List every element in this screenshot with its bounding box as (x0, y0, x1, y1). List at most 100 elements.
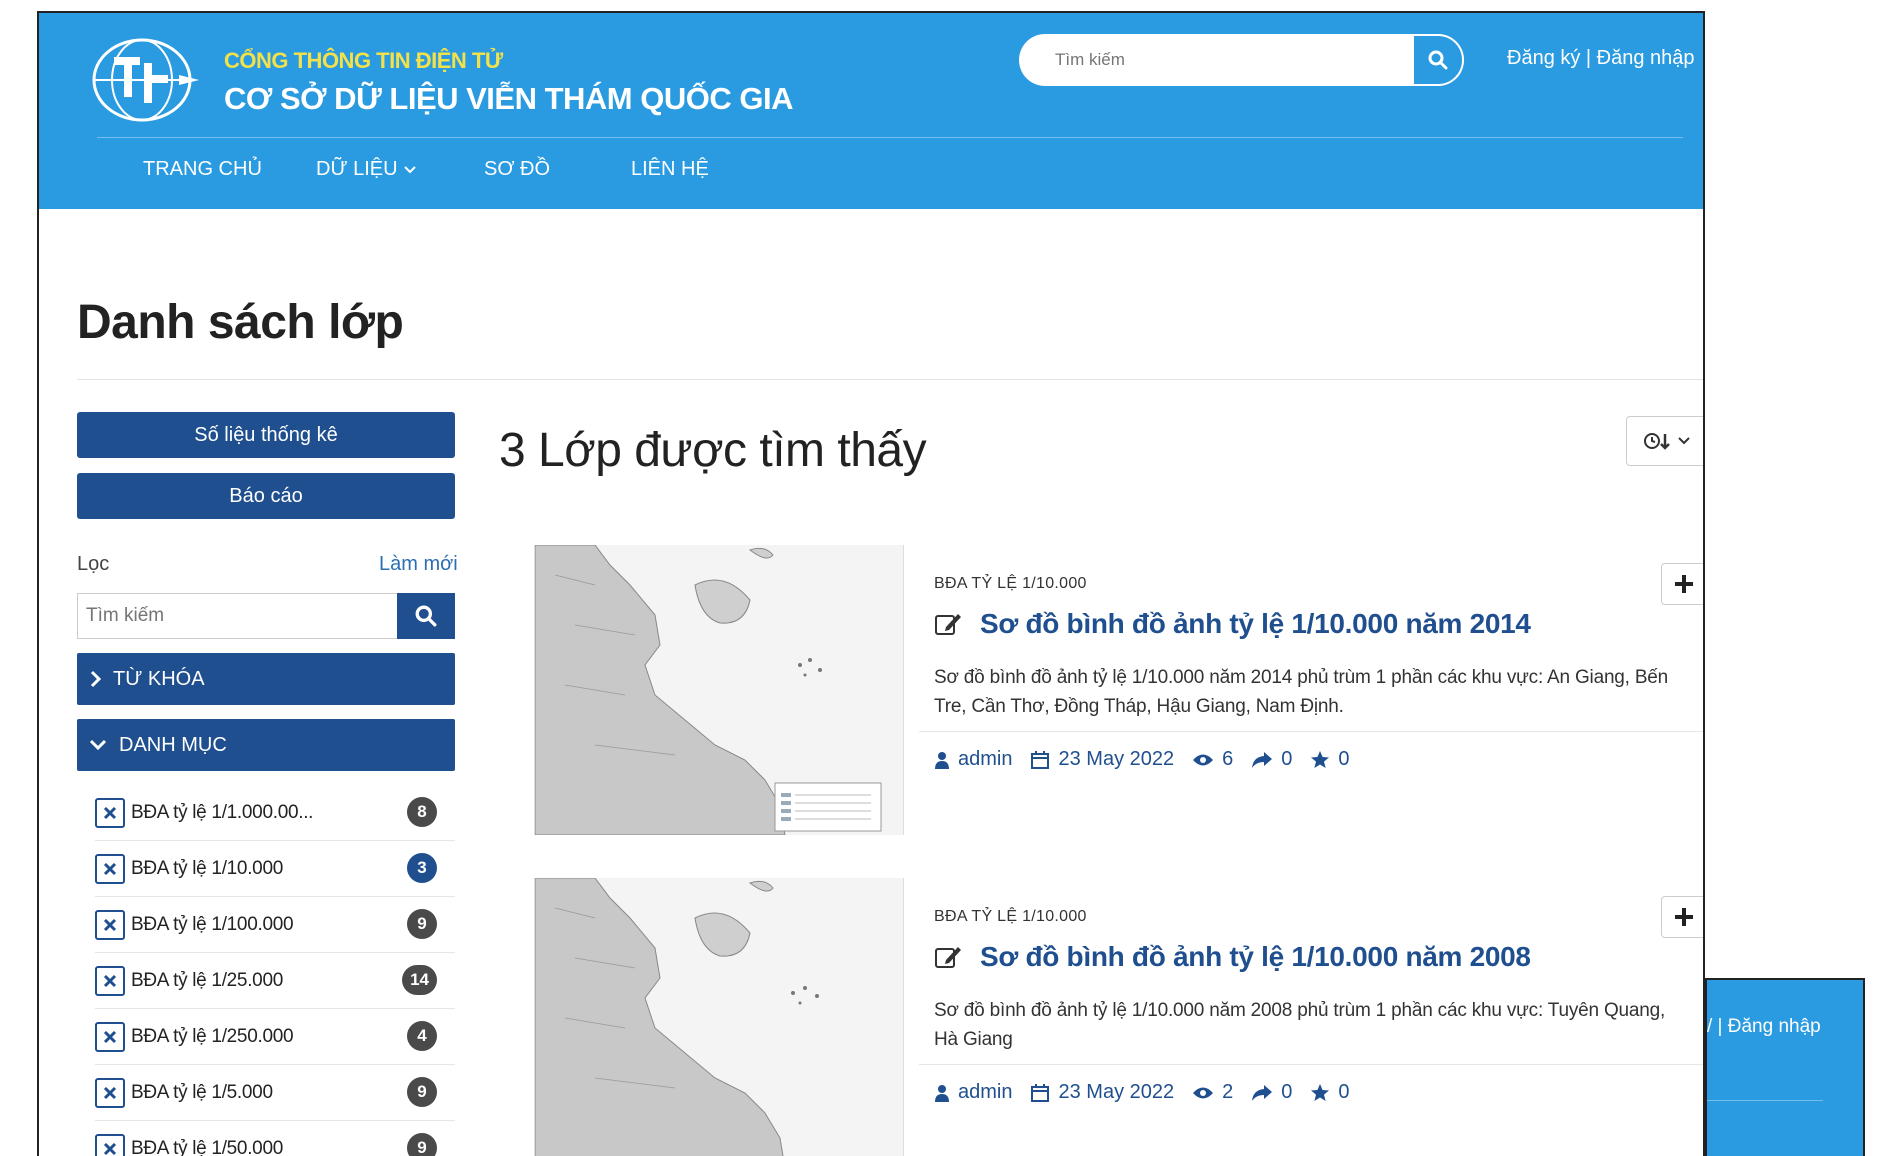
count-badge: 9 (407, 1133, 437, 1156)
rating-count: 0 (1338, 1081, 1350, 1103)
nav-item-maps[interactable]: SƠ ĐỒ (484, 158, 550, 181)
star-icon (1311, 750, 1330, 768)
count-badge: 3 (407, 853, 437, 883)
facet-categories-label: DANH MỤC (119, 733, 227, 756)
user-icon (935, 751, 949, 769)
site-title[interactable]: CƠ SỞ DỮ LIỆU VIỄN THÁM QUỐC GIA (224, 81, 793, 117)
header-search-button[interactable] (1412, 34, 1464, 86)
count-badge: 9 (407, 1077, 437, 1107)
facet-keywords[interactable]: TỪ KHÓA (77, 653, 455, 705)
stats-button[interactable]: Số liệu thống kê (77, 412, 455, 458)
clock-sort-icon (1644, 433, 1670, 450)
result-title[interactable]: Sơ đồ bình đồ ảnh tỷ lệ 1/10.000 năm 201… (934, 608, 1531, 640)
views-count: 2 (1222, 1081, 1234, 1103)
category-item[interactable]: BĐA tỷ lệ 1/5.000 9 (95, 1065, 455, 1121)
category-item[interactable]: BĐA tỷ lệ 1/10.000 3 (95, 841, 455, 897)
result-item: BĐA TỶ LỆ 1/10.000 Sơ đồ bình đồ ảnh tỷ … (534, 878, 1703, 1156)
category-label: BĐA tỷ lệ 1/25.000 (131, 969, 283, 991)
views-meta: 2 (1192, 1081, 1233, 1104)
meta-divider (919, 1064, 1703, 1065)
count-badge: 4 (407, 1021, 437, 1051)
star-icon (1311, 1083, 1330, 1101)
remove-filter-icon[interactable] (95, 797, 125, 828)
views-meta: 6 (1192, 748, 1233, 771)
shares-count: 0 (1281, 1081, 1293, 1103)
auth-links[interactable]: Đăng ký | Đăng nhập (1507, 47, 1695, 70)
chevron-down-icon (89, 739, 107, 751)
nav-item-contact[interactable]: LIÊN HỆ (631, 158, 709, 181)
plus-icon (1675, 908, 1693, 926)
remove-filter-icon[interactable] (95, 853, 125, 884)
count-badge: 9 (407, 909, 437, 939)
edit-icon[interactable] (934, 944, 962, 970)
calendar-icon (1031, 1083, 1050, 1102)
remove-filter-icon[interactable] (95, 1077, 125, 1108)
remove-filter-icon[interactable] (95, 965, 125, 996)
header-search (1019, 34, 1464, 86)
map-thumbnail[interactable] (534, 545, 904, 835)
shares-meta: 0 (1251, 1081, 1292, 1104)
nav-item-data-label: DỮ LIỆU (316, 158, 398, 180)
site-subtitle: CỔNG THÔNG TIN ĐIỆN TỬ (224, 48, 503, 73)
category-item[interactable]: BĐA tỷ lệ 1/25.000 14 (95, 953, 455, 1009)
count-badge: 8 (407, 797, 437, 827)
category-label: BĐA tỷ lệ 1/50.000 (131, 1137, 283, 1156)
add-to-map-button[interactable] (1661, 563, 1703, 605)
report-button[interactable]: Báo cáo (77, 473, 455, 519)
overlay-divider (1707, 1100, 1823, 1101)
sidebar-search-input[interactable] (78, 594, 396, 638)
result-meta: admin 23 May 2022 6 0 0 (934, 748, 1368, 771)
category-item[interactable]: BĐA tỷ lệ 1/1.000.00... 8 (95, 785, 455, 841)
shares-count: 0 (1281, 748, 1293, 770)
eye-icon (1193, 754, 1214, 765)
site-logo-icon[interactable] (84, 35, 204, 125)
category-label: BĐA tỷ lệ 1/250.000 (131, 1025, 294, 1047)
result-category-tag: BĐA TỶ LỆ 1/10.000 (934, 908, 1087, 925)
sort-button[interactable] (1626, 416, 1703, 466)
map-thumbnail-image (535, 545, 903, 835)
reset-filter-link[interactable]: Làm mới (379, 553, 458, 576)
remove-filter-icon[interactable] (95, 909, 125, 940)
chevron-down-icon (404, 166, 416, 174)
facet-categories[interactable]: DANH MỤC (77, 719, 455, 771)
result-category-tag: BĐA TỶ LỆ 1/10.000 (934, 575, 1087, 592)
views-count: 6 (1222, 748, 1234, 770)
result-meta: admin 23 May 2022 2 0 0 (934, 1081, 1368, 1104)
result-title[interactable]: Sơ đồ bình đồ ảnh tỷ lệ 1/10.000 năm 200… (934, 941, 1531, 973)
sidebar-search-button[interactable] (397, 593, 455, 639)
nav-item-home[interactable]: TRANG CHỦ (143, 158, 262, 181)
owner-name: admin (958, 1081, 1013, 1103)
meta-divider (919, 731, 1703, 732)
browser-page: CỔNG THÔNG TIN ĐIỆN TỬ CƠ SỞ DỮ LIỆU VIỄ… (37, 11, 1705, 1156)
category-item[interactable]: BĐA tỷ lệ 1/250.000 4 (95, 1009, 455, 1065)
owner-name: admin (958, 748, 1013, 770)
calendar-icon (1031, 750, 1050, 769)
search-icon (415, 605, 437, 627)
overlay-auth-links[interactable]: / | Đăng nhập (1707, 1016, 1821, 1038)
count-badge: 14 (402, 965, 437, 995)
chevron-right-icon (90, 670, 101, 688)
result-item: BĐA TỶ LỆ 1/10.000 Sơ đồ bình đồ ảnh tỷ … (534, 545, 1703, 845)
nav-item-data[interactable]: DỮ LIỆU (316, 158, 417, 181)
sidebar-search (77, 593, 455, 639)
category-item[interactable]: BĐA tỷ lệ 1/50.000 9 (95, 1121, 455, 1156)
category-list: BĐA tỷ lệ 1/1.000.00... 8 BĐA tỷ lệ 1/10… (95, 785, 455, 1156)
remove-filter-icon[interactable] (95, 1133, 125, 1156)
owner-meta[interactable]: admin (934, 1081, 1012, 1104)
edit-icon[interactable] (934, 611, 962, 637)
header-search-input[interactable] (1019, 34, 1411, 86)
result-abstract: Sơ đồ bình đồ ảnh tỷ lệ 1/10.000 năm 201… (934, 667, 1669, 717)
remove-filter-icon[interactable] (95, 1021, 125, 1052)
map-thumbnail[interactable] (534, 878, 904, 1156)
category-item[interactable]: BĐA tỷ lệ 1/100.000 9 (95, 897, 455, 953)
rating-meta: 0 (1310, 1081, 1350, 1104)
add-to-map-button[interactable] (1661, 896, 1703, 938)
category-label: BĐA tỷ lệ 1/1.000.00... (131, 801, 314, 823)
rating-meta: 0 (1310, 748, 1350, 771)
owner-meta[interactable]: admin (934, 748, 1012, 771)
date-meta: 23 May 2022 (1030, 1081, 1174, 1104)
share-icon (1252, 751, 1273, 768)
result-title-text[interactable]: Sơ đồ bình đồ ảnh tỷ lệ 1/10.000 năm 200… (980, 941, 1531, 973)
result-title-text[interactable]: Sơ đồ bình đồ ảnh tỷ lệ 1/10.000 năm 201… (980, 608, 1531, 640)
category-label: BĐA tỷ lệ 1/10.000 (131, 857, 283, 879)
